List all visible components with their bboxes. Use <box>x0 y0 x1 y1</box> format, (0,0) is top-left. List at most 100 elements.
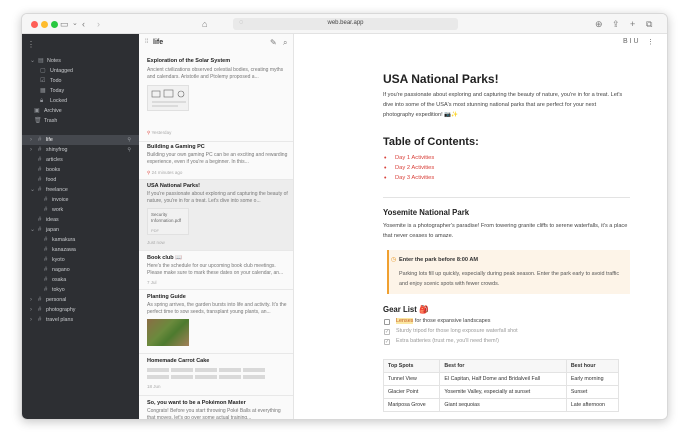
chevron-right-icon: › <box>30 135 32 145</box>
note-preview: Here's the schedule for our upcoming boo… <box>147 263 289 277</box>
note-list-item[interactable]: Planting Guide As spring arrives, the ga… <box>139 290 294 354</box>
task-checkbox-checked[interactable]: ✓ <box>384 339 390 345</box>
tag-icon: # <box>44 245 47 255</box>
new-note-icon[interactable]: ✎ <box>270 38 277 47</box>
sidebar-item-photography[interactable]: › # photography <box>22 305 139 315</box>
sidebar-toggle-icon[interactable]: ▭ <box>60 18 69 30</box>
sidebar-item-articles[interactable]: # articles <box>22 155 139 165</box>
minimize-window-button[interactable] <box>41 21 48 28</box>
chevron-down-icon: ⌄ <box>30 56 35 66</box>
chevron-down-icon[interactable]: ⌄ <box>72 18 78 30</box>
browser-titlebar: ▭ ⌄ ‹ › ⌂ ◌ web.bear.app ⊕ ⇪ + ⧉ <box>22 14 668 34</box>
table-cell: Early morning <box>566 373 618 386</box>
sidebar-item-kamakura[interactable]: # kamakura <box>22 235 139 245</box>
sidebar-item-locked[interactable]: 🔒︎ Locked <box>22 96 139 106</box>
note-date: 18 Jun <box>147 384 161 389</box>
zoom-window-button[interactable] <box>51 21 58 28</box>
sidebar-item-work[interactable]: # work <box>22 205 139 215</box>
redacted-text <box>243 368 265 372</box>
note-meta: ⚲ 24 minutes ago <box>147 170 182 176</box>
table-cell: Tunnel View <box>384 373 440 386</box>
sidebar-item-notes[interactable]: ⌄ ▤ Notes <box>22 56 139 66</box>
sidebar-item-tokyo[interactable]: # tokyo <box>22 285 139 295</box>
note-list-item[interactable]: Homemade Carrot Cake 18 Jun <box>139 354 294 396</box>
forward-arrow-icon[interactable]: › <box>97 18 100 30</box>
sidebar-item-japan[interactable]: ⌄ # japan <box>22 225 139 235</box>
new-tab-icon[interactable]: + <box>630 18 635 30</box>
address-bar[interactable]: ◌ web.bear.app <box>233 18 458 30</box>
sidebar-item-kyoto[interactable]: # kyoto <box>22 255 139 265</box>
sidebar-item-trash[interactable]: 🗑︎ Trash <box>22 116 139 126</box>
note-date: 24 minutes ago <box>152 170 183 175</box>
sidebar-item-life[interactable]: › # life ⚲ <box>22 135 139 145</box>
format-toolbar-button[interactable]: B I U <box>623 38 639 45</box>
tag-icon: # <box>38 155 41 165</box>
more-options-icon[interactable]: ⋮ <box>27 40 35 49</box>
chevron-right-icon: › <box>30 145 32 155</box>
back-arrow-icon[interactable]: ‹ <box>82 18 85 30</box>
task-text: for those expansive landscapes <box>413 318 490 324</box>
sidebar-item-todo[interactable]: ☑ Todo <box>22 76 139 86</box>
sidebar-item-invoice[interactable]: # invoice <box>22 195 139 205</box>
task-text: Extra batteries (trust me, you'll need t… <box>396 338 499 344</box>
redacted-text <box>147 375 169 379</box>
close-window-button[interactable] <box>31 21 38 28</box>
table-cell: Mariposa Grove <box>384 399 440 412</box>
sidebar-item-kanazawa[interactable]: # kanazawa <box>22 245 139 255</box>
note-list-item-selected[interactable]: USA National Parks! If you're passionate… <box>139 180 294 251</box>
note-list-item[interactable]: Exploration of the Solar System Ancient … <box>139 52 294 142</box>
more-options-icon[interactable]: ⋮ <box>647 38 654 46</box>
bullet-icon: • <box>384 175 386 182</box>
sidebar-item-nagano[interactable]: # nagano <box>22 265 139 275</box>
sidebar-item-label: Archive <box>44 106 62 116</box>
note-preview: Building your own gaming PC can be an ex… <box>147 152 289 166</box>
note-title-heading: USA National Parks! <box>383 72 499 86</box>
callout-body: Parking lots fill up quickly, especially… <box>399 269 627 289</box>
sidebar-item-label: japan <box>46 225 59 235</box>
sidebar-item-label: Locked <box>50 96 67 106</box>
untagged-icon: ▢ <box>40 66 46 76</box>
sidebar-item-freelance[interactable]: ⌄ # freelance <box>22 185 139 195</box>
sidebar-item-shinyfrog[interactable]: › # shinyfrog ⚲ <box>22 145 139 155</box>
sidebar-item-ideas[interactable]: # ideas <box>22 215 139 225</box>
toc-heading: Table of Contents: <box>383 136 479 148</box>
sidebar-item-label: Trash <box>44 116 57 126</box>
search-icon[interactable]: ⌕ <box>283 38 287 48</box>
sidebar-item-food[interactable]: # food <box>22 175 139 185</box>
todo-icon: ☑ <box>40 76 45 86</box>
table-header-cell: Best hour <box>566 360 618 373</box>
share-icon[interactable]: ⇪ <box>612 18 620 30</box>
note-list-item[interactable]: Book club 📖 Here's the schedule for our … <box>139 251 294 290</box>
section-paragraph: Yosemite is a photographer's paradise! F… <box>383 221 628 241</box>
sidebar-item-label: photography <box>46 305 75 315</box>
sidebar-item-label: articles <box>46 155 63 165</box>
note-list: ⁞⁞ life ✎ ⌕ Exploration of the Solar Sys… <box>139 34 294 420</box>
spots-table: Top Spots Best for Best hour Tunnel View… <box>383 359 619 412</box>
table-cell: Late afternoon <box>566 399 618 412</box>
note-list-item[interactable]: Building a Gaming PC Building your own g… <box>139 142 294 180</box>
sidebar-item-travel-plans[interactable]: › # travel plans <box>22 315 139 325</box>
sidebar-item-untagged[interactable]: ▢ Untagged <box>22 66 139 76</box>
sidebar-item-label: invoice <box>52 195 69 205</box>
sidebar-item-books[interactable]: # books <box>22 165 139 175</box>
sidebar-item-archive[interactable]: ▣ Archive <box>22 106 139 116</box>
sidebar-item-label: Untagged <box>50 66 73 76</box>
sidebar-item-personal[interactable]: › # personal <box>22 295 139 305</box>
note-title: Building a Gaming PC <box>147 144 205 150</box>
toc-link-label: Day 3 Activities <box>395 175 434 181</box>
tab-overview-icon[interactable]: ⧉ <box>646 18 652 30</box>
chevron-down-icon: ⌄ <box>30 225 35 235</box>
note-editor[interactable]: B I U ⋮ USA National Parks! If you're pa… <box>294 34 668 420</box>
chevron-right-icon: › <box>30 305 32 315</box>
task-checkbox-checked[interactable]: ✓ <box>384 329 390 335</box>
note-preview: Congrats! Before you start throwing Poké… <box>147 408 289 420</box>
home-icon[interactable]: ⌂ <box>202 18 207 30</box>
tag-icon: # <box>38 135 41 145</box>
divider <box>383 197 630 198</box>
task-checkbox[interactable] <box>384 319 390 325</box>
sidebar-item-osaka[interactable]: # osaka <box>22 275 139 285</box>
sidebar-item-today[interactable]: ▦ Today <box>22 86 139 96</box>
sidebar-item-label: kyoto <box>52 255 65 265</box>
download-icon[interactable]: ⊕ <box>595 18 603 30</box>
note-list-item[interactable]: So, you want to be a Pokémon Master Cong… <box>139 396 294 420</box>
